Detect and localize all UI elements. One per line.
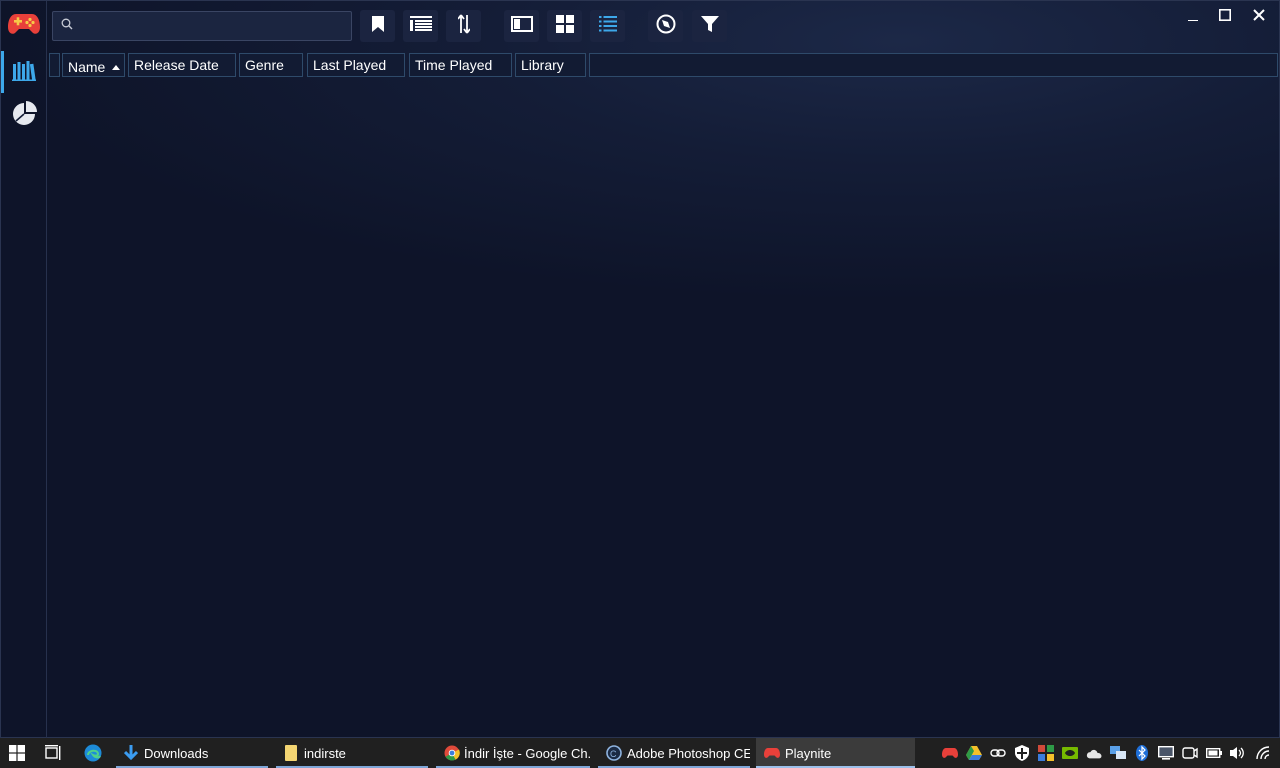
column-label: Genre [245, 57, 284, 73]
google-drive-icon[interactable] [966, 745, 982, 761]
gamepad-icon [764, 746, 780, 760]
column-header-last-played[interactable]: Last Played [307, 53, 405, 77]
column-label: Library [521, 57, 564, 73]
statistics-icon [11, 100, 37, 132]
task-view-icon[interactable] [45, 745, 63, 766]
bluetooth-icon[interactable] [1134, 745, 1150, 761]
list-view-button[interactable] [590, 10, 625, 42]
download-arrow-icon [124, 745, 138, 761]
sort-button[interactable] [446, 10, 481, 42]
taskbar-app-indirste[interactable]: indirste [276, 738, 428, 768]
library-icon [12, 59, 36, 86]
column-label: Time Played [415, 57, 493, 73]
column-header-library[interactable]: Library [515, 53, 586, 77]
sort-icon [456, 13, 471, 39]
taskbar-app-label: İndir İşte - Google Ch... [464, 745, 590, 761]
playnite-tray-icon[interactable] [942, 745, 958, 761]
close-button[interactable] [1247, 7, 1271, 27]
column-header-filler [589, 53, 1278, 77]
minimize-icon [1188, 8, 1198, 26]
grid-view-icon [555, 14, 574, 38]
maximize-icon [1219, 8, 1231, 26]
taskbar-app-downloads[interactable]: Downloads [116, 738, 268, 768]
svg-text:C: C [610, 749, 617, 759]
projector-icon[interactable] [1182, 745, 1198, 761]
nvidia-icon[interactable] [1062, 745, 1078, 761]
network-devices-icon[interactable] [1110, 745, 1126, 761]
bookmark-icon [371, 15, 385, 38]
sidebar-panel-button[interactable] [504, 10, 539, 42]
display-icon[interactable] [1158, 745, 1174, 761]
column-label: Release Date [134, 57, 219, 73]
sort-ascending-icon [112, 54, 121, 76]
sidebar-item-statistics[interactable] [1, 95, 47, 137]
group-list-button[interactable] [403, 10, 438, 42]
explore-button[interactable] [648, 10, 683, 42]
battery-icon[interactable] [1206, 745, 1222, 761]
minimize-button[interactable] [1181, 7, 1205, 27]
security-shield-icon[interactable] [1014, 745, 1030, 761]
playnite-logo-icon[interactable] [8, 10, 40, 38]
column-header-release-date[interactable]: Release Date [128, 53, 236, 77]
column-label: Last Played [313, 57, 387, 73]
app-tray-icon[interactable] [1038, 745, 1054, 761]
group-list-icon [409, 15, 432, 37]
bookmark-button[interactable] [360, 10, 395, 42]
search-box[interactable] [52, 11, 352, 41]
maximize-button[interactable] [1213, 7, 1237, 27]
filter-button[interactable] [692, 10, 727, 42]
photoshop-icon: C [606, 745, 622, 761]
taskbar: Downloads indirste İndir İşte - Google C… [0, 738, 1280, 768]
taskbar-app-photoshop[interactable]: C Adobe Photoshop CE [598, 738, 750, 768]
list-view-icon [598, 15, 617, 37]
taskbar-app-label: indirste [304, 745, 346, 761]
sidebar-item-library[interactable] [1, 51, 47, 93]
taskbar-app-chrome[interactable]: İndir İşte - Google Ch... [436, 738, 590, 768]
edge-browser-icon[interactable] [84, 744, 102, 767]
column-header-genre[interactable]: Genre [239, 53, 303, 77]
column-header-select[interactable] [49, 53, 60, 77]
windows-start-icon[interactable] [9, 745, 25, 766]
folder-icon [284, 745, 298, 761]
search-input[interactable] [79, 18, 339, 34]
onedrive-cloud-icon[interactable] [1086, 745, 1102, 761]
taskbar-app-playnite[interactable]: Playnite [756, 738, 915, 768]
volume-icon[interactable] [1230, 745, 1246, 761]
taskbar-app-label: Downloads [144, 745, 209, 761]
column-header-name[interactable]: Name [62, 53, 125, 77]
search-icon [61, 17, 73, 35]
filter-icon [700, 15, 719, 38]
column-header-time-played[interactable]: Time Played [409, 53, 512, 77]
grid-view-button[interactable] [547, 10, 582, 42]
column-label: Name [68, 59, 106, 75]
taskbar-app-label: Playnite [785, 745, 832, 761]
sidebar-panel-icon [510, 15, 533, 37]
wifi-icon[interactable] [1256, 745, 1272, 761]
chrome-icon [444, 745, 460, 761]
sidebar [1, 1, 47, 739]
taskbar-app-label: Adobe Photoshop CE [627, 745, 750, 761]
explore-icon [656, 14, 676, 39]
close-icon [1253, 8, 1265, 26]
game-list-area [49, 79, 1277, 735]
playnite-window: Name Release Date Genre Last Played Time… [0, 0, 1280, 739]
link-icon[interactable] [990, 745, 1006, 761]
